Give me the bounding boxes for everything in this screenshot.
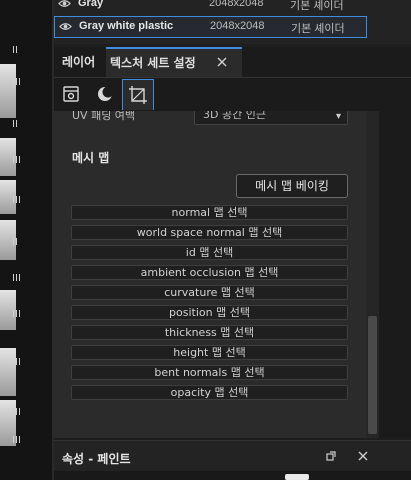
tool-icon-row [54,78,411,111]
eye-icon[interactable] [58,0,71,10]
settings-panel-icon [63,86,79,102]
scrollbar-thumb[interactable] [368,316,377,434]
panel-scrollbar[interactable] [366,111,379,438]
texture-set-resolution: 2048x2048 [210,20,265,32]
moon-mesh-icon [98,86,114,101]
map-select-id[interactable]: id 맵 선택 [71,245,348,260]
properties-panel-header: 속성 - 페인트 [54,440,411,472]
texture-set-name: Gray [78,0,104,9]
texture-set-shader: 기본 셰이더 [290,0,344,12]
map-select-curvature[interactable]: curvature 맵 선택 [71,285,348,300]
viewport-thumbnail-strip [0,0,52,480]
map-select-opacity[interactable]: opacity 맵 선택 [71,385,348,400]
settings-panel-button[interactable] [56,79,86,109]
float-window-icon[interactable] [326,451,336,461]
texture-set-row[interactable]: Gray 2048x2048 기본 셰이더 [54,0,365,14]
eye-icon[interactable] [59,20,72,33]
viewport-thumbnail [0,348,16,396]
map-select-thickness[interactable]: thickness 맵 선택 [71,325,348,340]
map-select-world-space-normal[interactable]: world space normal 맵 선택 [71,225,348,240]
texture-set-row-selected[interactable]: Gray white plastic 2048x2048 기본 셰이더 [54,16,367,38]
texture-set-settings-panel: UV 패딩 여백 3D 공간 인근 ▾ 메시 맵 메시 맵 베이킹 normal… [54,111,379,438]
close-icon[interactable] [216,56,228,68]
map-select-bent-normals[interactable]: bent normals 맵 선택 [71,365,348,380]
properties-panel-body [54,471,411,480]
uv-crop-icon [129,86,147,104]
mesh-display-button[interactable] [90,79,120,109]
panel-gutter [379,111,411,438]
bake-mesh-maps-button[interactable]: 메시 맵 베이킹 [236,174,348,198]
close-icon[interactable] [357,450,369,462]
tab-layers[interactable]: 레이어 [58,47,99,77]
texture-set-list: Gray 2048x2048 기본 셰이더 Gray white plastic… [54,0,411,44]
texture-set-shader: 기본 셰이더 [291,23,345,35]
uv-padding-value: 3D 공간 인근 [203,111,266,121]
uv-button[interactable] [122,79,154,110]
chevron-down-icon: ▾ [335,111,341,122]
uv-padding-label: UV 패딩 여백 [72,111,136,122]
uv-padding-select[interactable]: 3D 공간 인근 ▾ [194,111,348,125]
tab-texture-set-settings-label: 텍스처 세트 설정 [110,56,196,70]
map-select-ambient-occlusion[interactable]: ambient occlusion 맵 선택 [71,265,348,280]
properties-title: 속성 - 페인트 [62,452,131,466]
texture-set-resolution: 2048x2048 [209,0,264,9]
viewport-thumbnail [0,64,16,118]
map-select-height[interactable]: height 맵 선택 [71,345,348,360]
mesh-maps-title: 메시 맵 [72,151,110,165]
properties-preview-swatch [285,474,309,480]
map-select-normal[interactable]: normal 맵 선택 [71,205,348,220]
map-select-position[interactable]: position 맵 선택 [71,305,348,320]
panel-tab-bar: 레이어 텍스처 세트 설정 [54,47,411,78]
texture-set-name: Gray white plastic [79,20,174,32]
